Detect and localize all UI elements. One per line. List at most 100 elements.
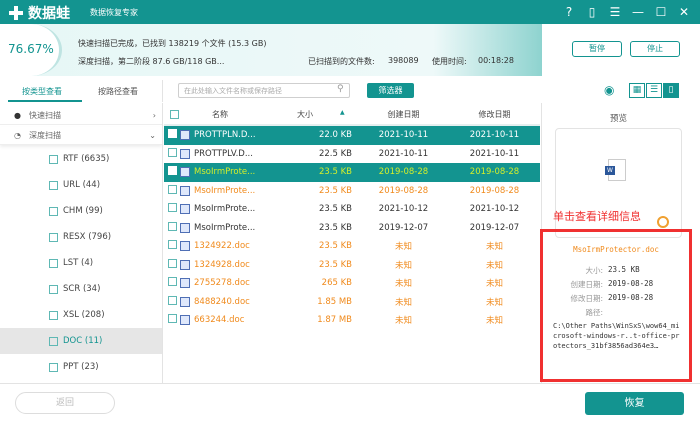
sort-asc-icon: ▲ [340,109,345,116]
sidebar-quick-scan[interactable]: ● 快速扫描 › [0,107,162,125]
filter-button[interactable]: 筛选器 [367,83,414,98]
table-row[interactable]: PROTTPLV.D... 22.5 KB 2021-10-11 2021-10-11 [164,145,540,164]
row-checkbox[interactable] [168,184,177,194]
item-label: RESX (796) [63,232,112,242]
table-row[interactable]: PROTTPLN.D... 22.0 KB 2021-10-11 2021-10-11 [164,126,540,145]
grid-view-icon[interactable]: ▦ [629,83,645,98]
sidebar-item-resx[interactable]: RESX (796) [0,224,162,250]
sidebar-item-lst[interactable]: LST (4) [0,250,162,276]
file-size: 23.5 KB [318,222,352,233]
menu-icon[interactable]: ☰ [606,3,624,21]
checkbox[interactable] [49,310,58,320]
doc-file-icon [180,222,190,233]
item-label: LST (4) [63,258,94,268]
file-size: 23.5 KB [318,185,352,196]
recover-button[interactable]: 恢复 [585,392,684,415]
file-name: PROTTPLV.D... [194,148,253,159]
table-row[interactable]: 1324922.doc 23.5 KB 未知 未知 [164,237,540,256]
checkbox[interactable] [49,258,58,268]
table-row[interactable]: MsoIrmProte... 23.5 KB 2019-08-28 2019-08-2… [164,182,540,201]
checkbox[interactable] [49,232,58,242]
sidebar-item-chm[interactable]: CHM (99) [0,198,162,224]
word-doc-icon: W [605,159,626,181]
row-checkbox[interactable] [168,240,177,250]
checkbox[interactable] [49,180,58,190]
row-checkbox[interactable] [168,258,177,268]
modified-date: 2021-10-11 [469,148,520,159]
tab-by-path[interactable]: 按路径查看 [98,86,138,97]
detail-filename: MsoIrmProtector.doc [573,245,659,254]
column-size[interactable]: 大小 [262,109,348,120]
row-checkbox[interactable] [168,277,177,287]
eye-icon[interactable]: ◉ [604,83,614,97]
file-name: MsoIrmProte... [194,222,256,233]
detail-size: 23.5 KB [608,265,640,274]
checkbox[interactable] [49,206,58,216]
row-checkbox[interactable] [168,129,177,139]
stop-button[interactable]: 停止 [630,41,680,57]
list-view-icon[interactable]: ☰ [646,83,662,98]
row-checkbox[interactable] [168,166,177,176]
table-row[interactable]: MsoIrmProte... 23.5 KB 2019-08-28 2019-08-2… [164,163,540,182]
back-button[interactable]: 返回 [15,392,115,414]
title-bar: 数据蛙 数据恢复专家 ? ▯ ☰ — ☐ ✕ [0,0,700,24]
created-date: 未知 [394,242,412,253]
column-modified[interactable]: 修改日期 [449,109,540,120]
row-checkbox[interactable] [168,295,177,305]
file-name: 1324922.doc [194,241,250,252]
detail-view-icon[interactable]: ▯ [663,83,679,98]
checkbox[interactable] [49,336,58,346]
file-size: 23.5 KB [318,204,352,215]
tab-by-type[interactable]: 按类型查看 [22,86,62,97]
table-header: 名称 大小 ▲ 创建日期 修改日期 [164,103,540,126]
elapsed-time-value: 00:18:28 [478,56,514,65]
doc-file-icon [180,167,190,178]
item-label: DOC (11) [63,336,103,346]
table-row[interactable]: 663244.doc 1.87 MB 未知 未知 [164,311,540,330]
file-size: 22.0 KB [318,130,352,141]
checkbox[interactable] [49,362,58,372]
checkbox[interactable] [49,284,58,294]
sidebar-item-ppt[interactable]: PPT (23) [0,354,162,380]
table-row[interactable]: 2755278.doc 265 KB 未知 未知 [164,274,540,293]
modified-date: 2019-12-07 [469,222,520,233]
item-label: PPT (23) [63,362,99,372]
item-label: RTF (6635) [63,154,110,164]
modified-date: 未知 [485,279,503,290]
sidebar-item-doc[interactable]: DOC (11) [0,328,162,354]
item-label: XSL (208) [63,310,105,320]
column-created[interactable]: 创建日期 [358,109,449,120]
save-icon[interactable]: ▯ [583,3,601,21]
checkbox[interactable] [49,154,58,164]
column-name[interactable]: 名称 [184,109,256,120]
app-subtitle: 数据恢复专家 [90,8,138,17]
app-name: 数据蛙 [28,6,70,22]
created-date: 未知 [394,279,412,290]
sidebar-deep-scan[interactable]: ◔ 深度扫描 ⌄ [0,127,162,145]
sidebar-item-rtf[interactable]: RTF (6635) [0,146,162,172]
row-checkbox[interactable] [168,203,177,213]
sidebar: ● 快速扫描 › ◔ 深度扫描 ⌄ RTF (6635) URL (44) CHM (9… [0,103,163,383]
search-icon[interactable]: ⚲ [337,84,344,94]
close-button[interactable]: ✕ [675,3,693,21]
doc-file-icon [180,296,190,307]
progress-band [0,24,542,76]
search-input[interactable]: 在此处输入文件名称或保存路径 [178,83,350,98]
doc-file-icon [180,278,190,289]
sidebar-item-url[interactable]: URL (44) [0,172,162,198]
view-tabs: 按类型查看 按路径查看 [0,80,163,102]
row-checkbox[interactable] [168,147,177,157]
table-row[interactable]: MsoIrmProte... 23.5 KB 2021-10-12 2021-10-1… [164,200,540,219]
maximize-button[interactable]: ☐ [652,3,670,21]
row-checkbox[interactable] [168,221,177,231]
table-row[interactable]: 8488240.doc 1.85 MB 未知 未知 [164,293,540,312]
minimize-button[interactable]: — [629,3,647,21]
sidebar-item-xsl[interactable]: XSL (208) [0,302,162,328]
select-all-checkbox[interactable] [170,110,179,119]
help-icon[interactable]: ? [560,3,578,21]
table-row[interactable]: MsoIrmProte... 23.5 KB 2019-12-07 2019-12-0… [164,219,540,238]
pause-button[interactable]: 暂停 [572,41,622,57]
sidebar-item-scr[interactable]: SCR (34) [0,276,162,302]
table-row[interactable]: 1324928.doc 23.5 KB 未知 未知 [164,256,540,275]
row-checkbox[interactable] [168,314,177,324]
